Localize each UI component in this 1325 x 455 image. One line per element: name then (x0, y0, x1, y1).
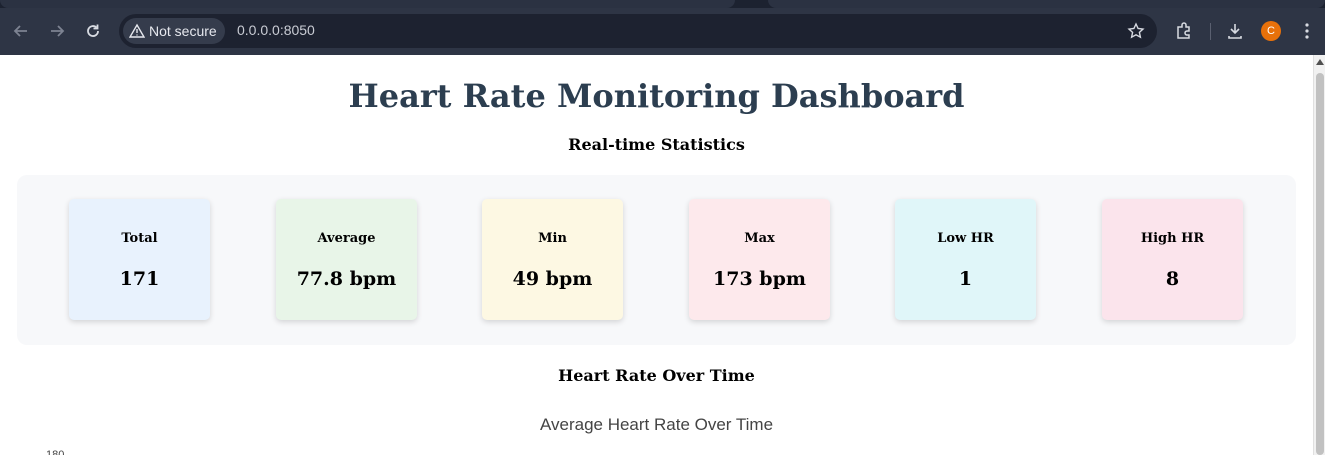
url-text[interactable]: 0.0.0.0:8050 (237, 22, 315, 38)
address-bar[interactable]: Not secure 0.0.0.0:8050 (119, 14, 1157, 48)
profile-avatar[interactable]: C (1261, 21, 1281, 41)
scrollbar-thumb[interactable] (1316, 73, 1324, 455)
stat-label: Average (317, 231, 376, 246)
stat-card-total: Total 171 (69, 199, 210, 320)
page-title: Heart Rate Monitoring Dashboard (348, 77, 965, 115)
chart-section-heading: Heart Rate Over Time (558, 366, 755, 385)
browser-tab[interactable] (768, 0, 1325, 8)
stat-card-min: Min 49 bpm (482, 199, 623, 320)
stat-value: 77.8 bpm (296, 268, 397, 290)
more-vert-icon[interactable] (1297, 21, 1317, 41)
stat-label: Max (744, 231, 775, 246)
back-button[interactable] (8, 18, 34, 44)
stat-label: High HR (1140, 231, 1205, 246)
y-axis-tick-label: 180 (46, 449, 65, 455)
reload-icon (87, 24, 99, 37)
back-icon (13, 25, 27, 37)
stat-value: 49 bpm (512, 268, 593, 290)
warning-icon (129, 23, 145, 38)
reload-button[interactable] (80, 18, 106, 44)
stat-value: 8 (1165, 268, 1180, 290)
stats-panel: Total 171 Average 77.8 bpm Min 49 bpm Ma… (17, 175, 1296, 345)
page-scrollbar[interactable] (1313, 55, 1325, 455)
tab-strip (0, 0, 1325, 8)
stat-value: 171 (119, 268, 160, 290)
stat-label: Min (538, 231, 567, 246)
security-label: Not secure (149, 23, 217, 39)
stat-label: Total (121, 231, 158, 246)
browser-tab[interactable] (0, 0, 735, 8)
stat-card-high-hr: High HR 8 (1102, 199, 1243, 320)
forward-button[interactable] (44, 18, 70, 44)
stat-label: Low HR (937, 231, 994, 246)
stat-value: 173 bpm (713, 268, 806, 290)
download-icon[interactable] (1225, 21, 1245, 41)
stats-heading: Real-time Statistics (568, 135, 745, 154)
forward-icon (51, 25, 65, 37)
extensions-icon[interactable] (1174, 21, 1194, 41)
stat-card-low-hr: Low HR 1 (895, 199, 1036, 320)
stat-card-max: Max 173 bpm (689, 199, 830, 320)
stat-card-average: Average 77.8 bpm (276, 199, 417, 320)
stat-value: 1 (958, 268, 973, 290)
scroll-up-arrow-icon[interactable] (1316, 59, 1324, 65)
browser-toolbar: Not secure 0.0.0.0:8050 C (0, 8, 1325, 55)
chart-title: Average Heart Rate Over Time (539, 415, 774, 434)
star-icon[interactable] (1127, 22, 1145, 40)
toolbar-divider (1210, 23, 1211, 40)
page-viewport: Heart Rate Monitoring Dashboard Real-tim… (0, 55, 1313, 455)
